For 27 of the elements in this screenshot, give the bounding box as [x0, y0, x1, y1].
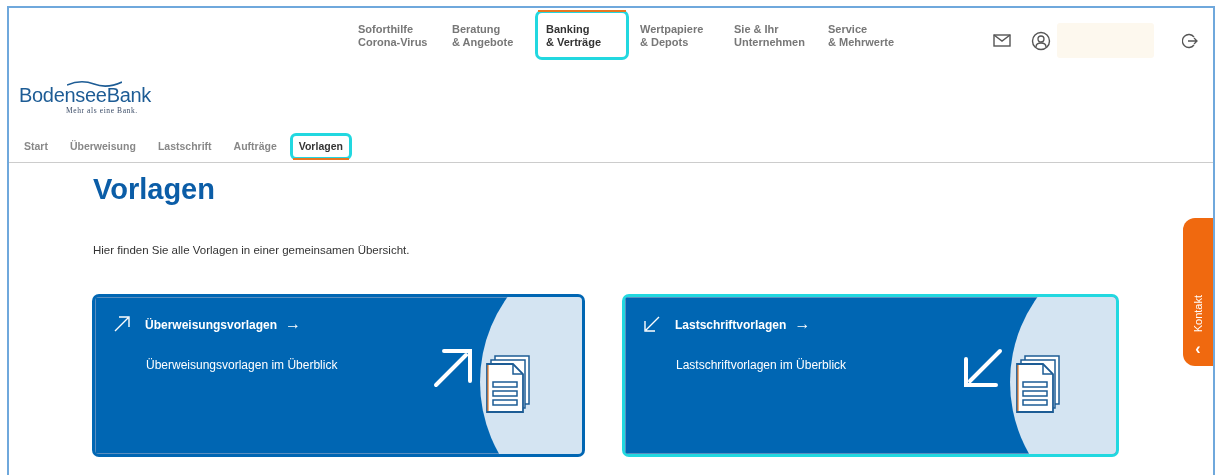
card-title[interactable]: Lastschriftvorlagen → [675, 315, 811, 333]
intro-text: Hier finden Sie alle Vorlagen in einer gemeinsamen Übersicht. [93, 244, 411, 256]
diagonal-arrow-icon [113, 315, 131, 333]
main-nav-item[interactable]: Beratung & Angebote [441, 10, 535, 60]
mail-icon[interactable] [993, 34, 1011, 47]
template-card[interactable]: Überweisungsvorlagen → Überweisungsvorlagen im Überblick [92, 294, 585, 457]
main-nav-item[interactable]: Service & Mehrwerte [817, 10, 911, 60]
sub-nav-tab[interactable]: Aufträge [224, 133, 286, 160]
user-icon[interactable] [1031, 30, 1051, 51]
main-nav-item[interactable]: Sie & Ihr Unternehmen [723, 10, 817, 60]
card-description: Überweisungsvorlagen im Überblick [146, 358, 338, 372]
template-card[interactable]: Lastschriftvorlagen → Lastschriftvorlagen im Überblick [622, 294, 1119, 457]
sub-nav-tab[interactable]: Überweisung [60, 133, 145, 160]
page-heading: Vorlagen [93, 172, 216, 207]
diagonal-arrow-icon [962, 347, 1004, 389]
logout-icon[interactable] [1182, 32, 1198, 49]
card-title[interactable]: Überweisungsvorlagen → [145, 315, 302, 333]
main-nav-item[interactable]: Soforthilfe Corona-Virus [347, 10, 441, 60]
main-nav-item[interactable]: Wertpapiere & Depots [629, 10, 723, 60]
main-nav-item[interactable]: Banking & Verträge [535, 10, 629, 60]
card-description: Lastschriftvorlagen im Überblick [676, 358, 847, 372]
diagonal-arrow-icon [643, 315, 661, 333]
diagonal-arrow-icon [432, 347, 474, 389]
sub-nav-tab[interactable]: Lastschrift [148, 133, 221, 160]
sub-nav-tab[interactable]: Vorlagen [289, 133, 352, 160]
sub-nav-tab[interactable]: Start [15, 133, 57, 160]
contact-tab[interactable]: ‹ Kontakt [1183, 218, 1213, 366]
